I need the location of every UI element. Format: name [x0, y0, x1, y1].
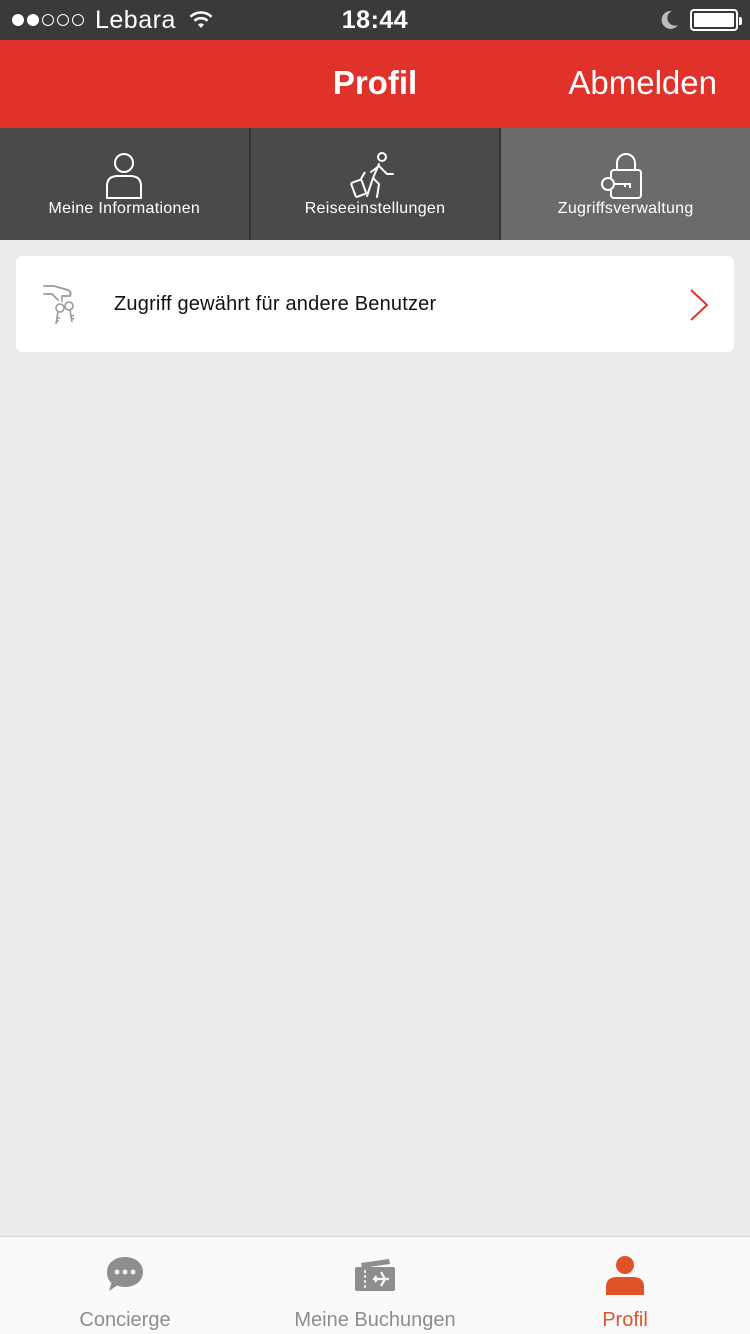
tabbar-label: Meine Buchungen — [294, 1309, 456, 1331]
padlock-key-icon — [600, 153, 642, 199]
access-item-label: Zugriff gewährt für andere Benutzer — [114, 292, 437, 315]
ticket-plane-icon — [355, 1259, 395, 1291]
chevron-right-icon — [690, 289, 709, 321]
logout-button[interactable]: Abmelden — [568, 64, 717, 102]
tabbar-item-profil[interactable]: Profil — [500, 1237, 750, 1334]
battery-level — [694, 13, 734, 27]
tabbar-label: Profil — [602, 1309, 648, 1331]
access-granted-item[interactable]: Zugriff gewährt für andere Benutzer — [16, 256, 734, 352]
chat-bubble-icon — [107, 1257, 143, 1291]
tabbar-item-meine-buchungen[interactable]: Meine Buchungen — [250, 1237, 500, 1334]
tabbar-item-concierge[interactable]: Concierge — [0, 1237, 250, 1334]
profile-person-icon — [606, 1256, 644, 1295]
profile-tabs: Meine Informationen Reiseeinstellungen Z… — [0, 128, 750, 240]
traveler-luggage-icon — [350, 152, 394, 198]
tab-label: Meine Informationen — [48, 200, 201, 217]
status-bar: Lebara 18:44 — [0, 0, 750, 40]
battery-tip — [739, 17, 742, 25]
tabbar-label: Concierge — [79, 1309, 171, 1331]
tab-label: Zugriffsverwaltung — [557, 200, 694, 217]
tab-reiseeinstellungen[interactable]: Reiseeinstellungen — [250, 128, 502, 240]
tab-meine-informationen[interactable]: Meine Informationen — [0, 128, 251, 240]
tab-label: Reiseeinstellungen — [304, 200, 446, 217]
clock: 18:44 — [341, 6, 409, 34]
bottom-tab-bar: Concierge Meine Buchungen Profil — [0, 1236, 750, 1334]
tab-zugriffsverwaltung[interactable]: Zugriffsverwaltung — [501, 128, 750, 240]
hand-keys-icon — [43, 285, 75, 325]
battery-icon — [690, 9, 742, 31]
nav-header: Profil Abmelden — [0, 40, 750, 128]
person-icon — [106, 153, 143, 199]
moon-icon — [661, 10, 678, 29]
